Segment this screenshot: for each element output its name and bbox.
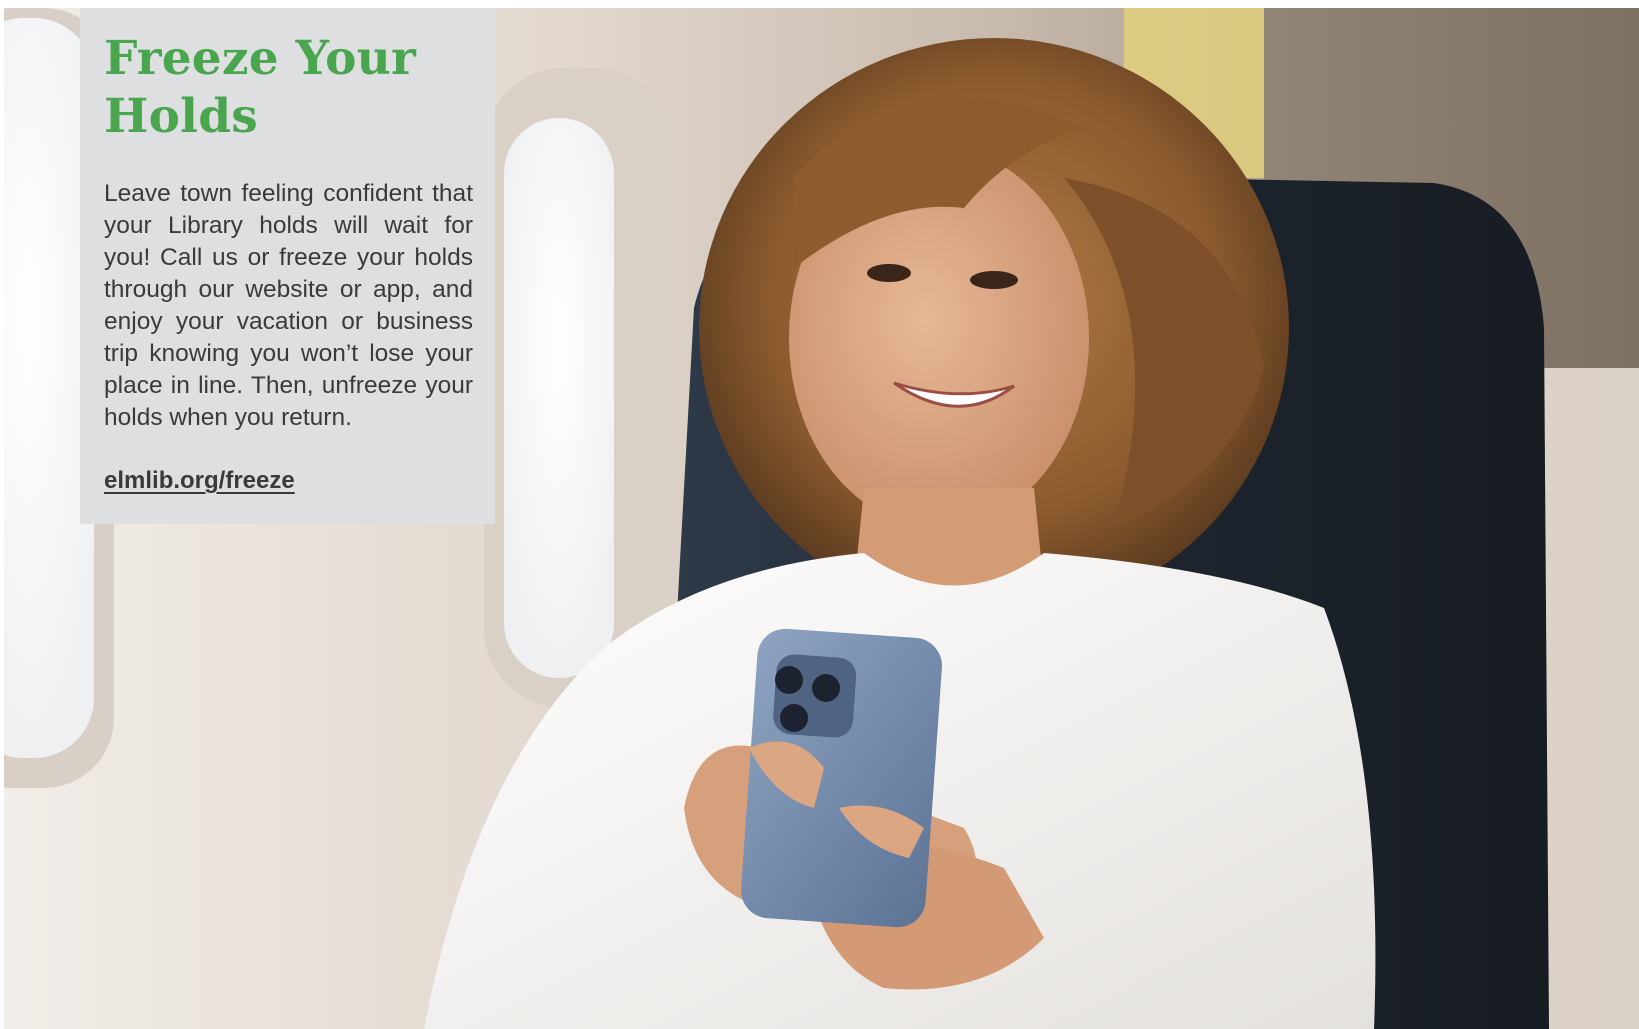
info-panel: Freeze Your Holds Leave town feeling con… bbox=[80, 8, 495, 524]
freeze-link[interactable]: elmlib.org/freeze bbox=[104, 467, 295, 495]
panel-title: Freeze Your Holds bbox=[104, 31, 417, 144]
panel-body-text: Leave town feeling confident that your L… bbox=[104, 180, 473, 431]
flyer-page: Freeze Your Holds Leave town feeling con… bbox=[0, 0, 1639, 1029]
